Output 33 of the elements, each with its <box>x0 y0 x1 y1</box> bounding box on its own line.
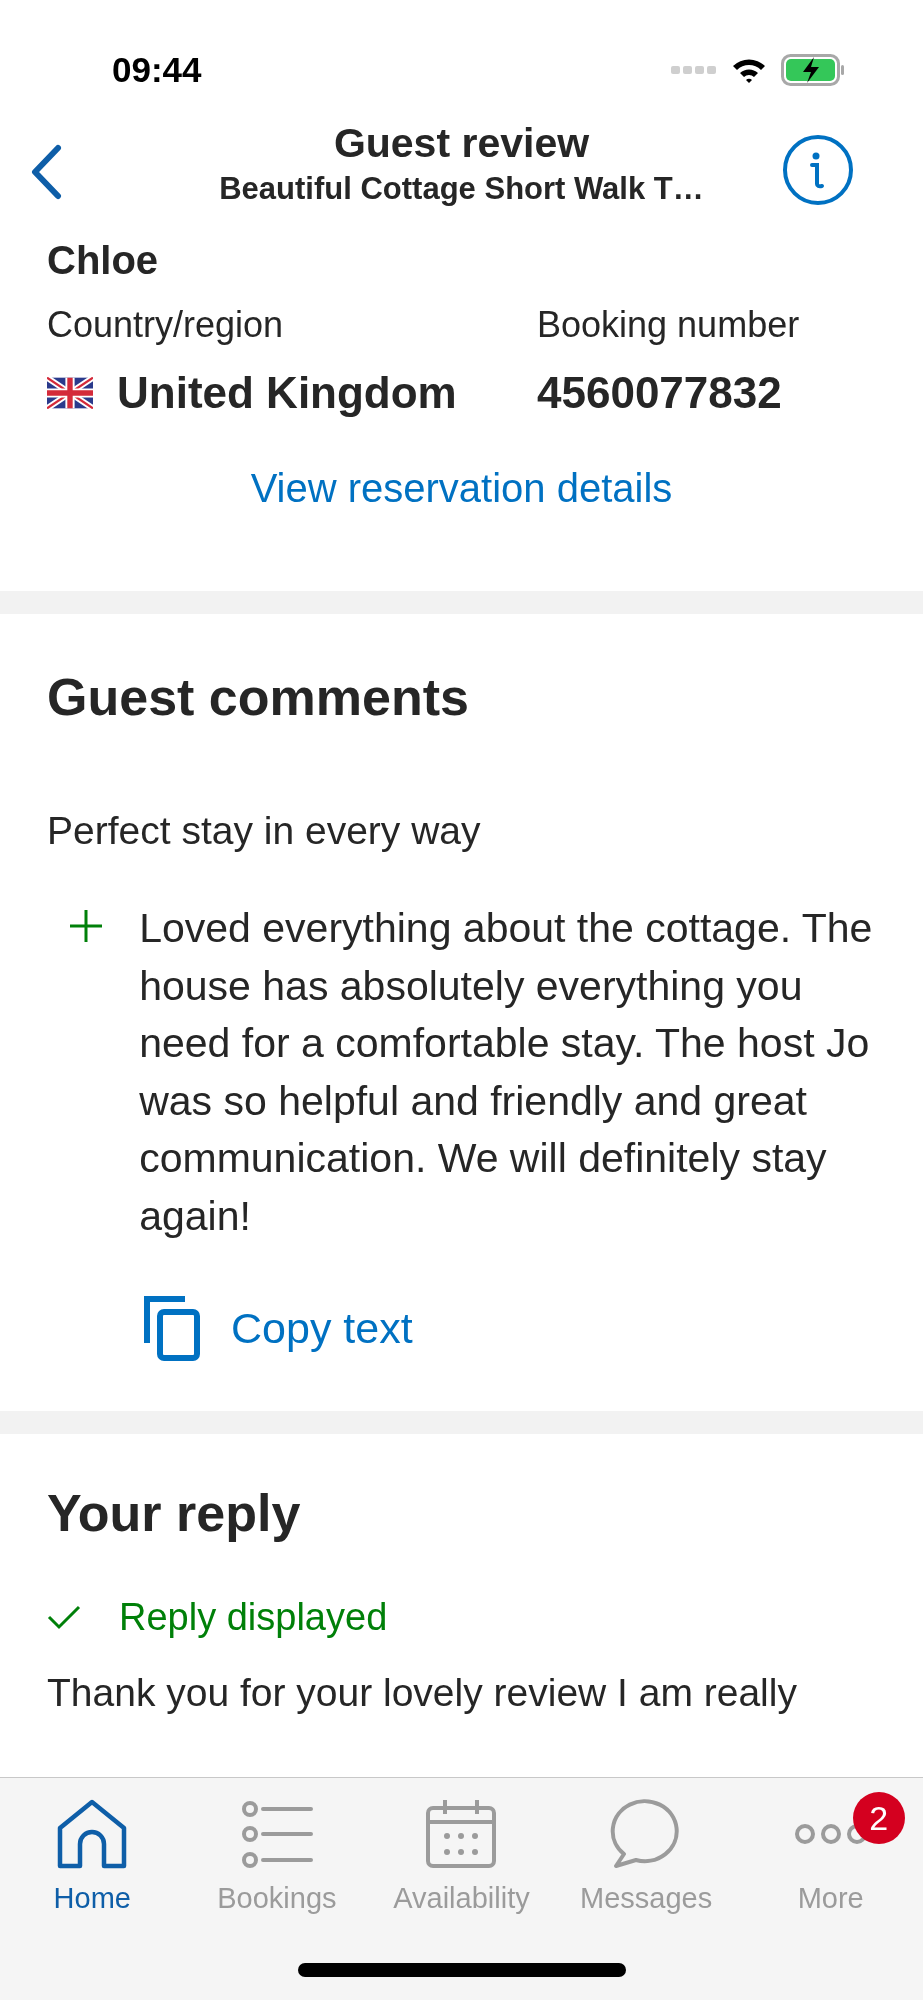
copy-icon <box>143 1295 201 1361</box>
notification-badge: 2 <box>852 1792 905 1844</box>
status-time: 09:44 <box>112 48 202 91</box>
list-icon <box>240 1800 313 1868</box>
comment-title: Perfect stay in every way <box>47 808 482 854</box>
country-value: United Kingdom <box>117 367 457 419</box>
comment-text: Loved everything about the cottage. The house has absolutely everything you need for a comfortable stay. The host Jo was so helpful and friendly and great communication. We will definitely stay again! <box>139 904 874 1241</box>
info-icon[interactable] <box>782 134 854 206</box>
copy-text-button[interactable]: Copy text <box>143 1295 413 1361</box>
tab-bar-item[interactable]: Availability <box>369 1794 554 1963</box>
screen-title: Guest review <box>333 118 590 168</box>
tab-bar-item[interactable]: Home <box>0 1794 185 1963</box>
check-icon <box>47 1604 81 1630</box>
tab-bar-item[interactable]: Messages <box>553 1794 739 1963</box>
booking-label: Booking number <box>537 303 800 347</box>
booking-number: 4560077832 <box>537 367 783 419</box>
reply-text: Thank you for your lovely review I am really <box>47 1670 798 1716</box>
home-icon <box>56 1798 129 1870</box>
screen-subtitle: Beautiful Cottage Short Walk T… <box>219 169 704 208</box>
section-heading: Guest comments <box>47 667 470 728</box>
country-label: Country/region <box>47 303 285 347</box>
tab-bar-item[interactable]: Bookings <box>184 1794 370 1963</box>
battery-icon <box>781 54 845 86</box>
guest-name: Chloe <box>47 245 160 283</box>
tab-bar-item[interactable]: 2 More <box>738 1794 923 1963</box>
section-heading: Your reply <box>47 1483 302 1544</box>
reply-status: Reply displayed <box>119 1595 388 1640</box>
reservation-details-link[interactable]: View reservation details <box>250 463 673 513</box>
plus-icon <box>68 908 104 944</box>
calendar-icon <box>425 1798 498 1870</box>
more-icon <box>794 1822 867 1846</box>
flag-icon <box>47 377 93 409</box>
signal-icon <box>671 65 717 75</box>
